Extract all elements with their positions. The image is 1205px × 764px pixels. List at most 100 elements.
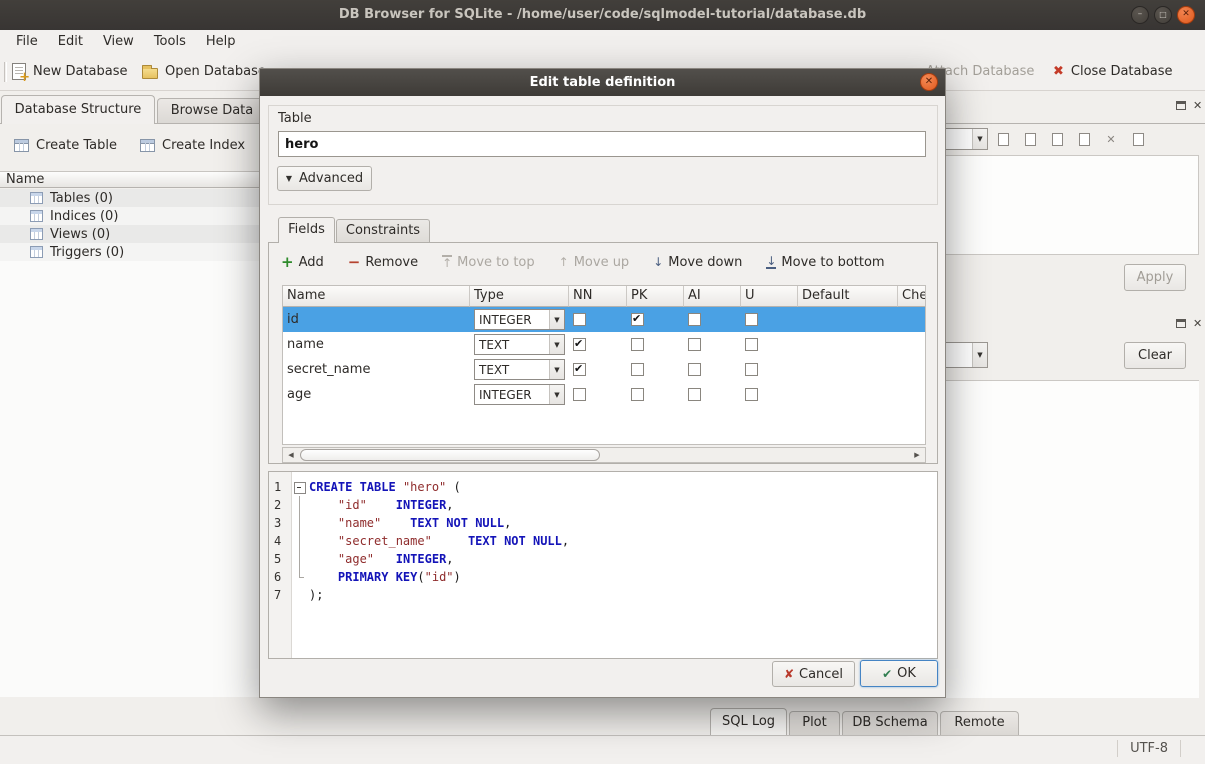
tab-database-structure[interactable]: Database Structure [1,95,155,124]
minimize-icon[interactable] [1131,6,1149,24]
type-select[interactable]: INTEGER ▼ [474,384,565,405]
dialog-close-icon[interactable]: ✕ [920,73,938,91]
grid-header-type[interactable]: Type [470,286,569,307]
toolbar-icon[interactable] [993,129,1013,149]
u-checkbox[interactable] [745,338,758,351]
u-checkbox[interactable] [745,363,758,376]
field-row[interactable]: name TEXT ▼ [283,332,925,357]
check-cell[interactable] [898,332,925,357]
create-index-button[interactable]: Create Index [140,131,245,159]
add-field-button[interactable]: + Add [281,255,324,270]
default-cell[interactable] [798,307,898,332]
check-cell[interactable] [898,357,925,382]
toolbar-icon[interactable]: ✕ [1101,129,1121,149]
fold-marker [291,478,309,496]
ai-checkbox[interactable] [688,338,701,351]
tab-sql-log[interactable]: SQL Log [710,708,787,735]
menu-item-edit[interactable]: Edit [48,32,93,51]
u-checkbox[interactable] [745,313,758,326]
grid-header-ai[interactable]: AI [684,286,741,307]
chevron-down-icon: ▼ [972,129,987,149]
pk-checkbox[interactable] [631,313,644,326]
ok-button[interactable]: ✔ OK [860,660,938,687]
line-number: 7 [269,586,291,604]
grid-header-pk[interactable]: PK [627,286,684,307]
grid-header-u[interactable]: U [741,286,798,307]
advanced-button[interactable]: ▼ Advanced [277,166,372,191]
dock-float-icon[interactable] [1176,101,1186,110]
field-name-cell[interactable]: id [283,307,470,332]
tab-fields[interactable]: Fields [278,217,335,243]
tab-db-schema[interactable]: DB Schema [842,711,938,735]
dock-close-icon[interactable]: ✕ [1193,100,1202,111]
create-table-button[interactable]: Create Table [14,131,117,159]
check-cell[interactable] [898,307,925,332]
field-name-cell[interactable]: name [283,332,470,357]
scroll-thumb[interactable] [300,449,600,461]
line-number: 6 [269,568,291,586]
sql-line: 6 PRIMARY KEY("id") [269,568,937,586]
check-cell[interactable] [898,382,925,407]
toolbar-icon[interactable] [1020,129,1040,149]
grid-header-default[interactable]: Default [798,286,898,307]
tab-plot[interactable]: Plot [789,711,840,735]
scroll-right-icon[interactable]: ▶ [909,448,925,462]
type-select[interactable]: INTEGER ▼ [474,309,565,330]
fields-grid: Name Type NN PK AI U Default Check id IN… [282,285,926,445]
open-database-button[interactable]: Open Database [142,53,266,90]
ai-checkbox[interactable] [688,363,701,376]
edit-table-dialog: Edit table definition ✕ Table ▼ Advanced… [259,68,946,698]
type-select[interactable]: TEXT ▼ [474,359,565,380]
menu-item-help[interactable]: Help [196,32,246,51]
toolbar-icon[interactable] [1047,129,1067,149]
tab-constraints[interactable]: Constraints [336,219,430,243]
chevron-down-icon: ▼ [972,343,987,367]
new-database-button[interactable]: New Database [12,53,128,90]
field-name-cell[interactable]: secret_name [283,357,470,382]
default-cell[interactable] [798,332,898,357]
nn-checkbox[interactable] [573,363,586,376]
grid-header-nn[interactable]: NN [569,286,627,307]
close-database-button[interactable]: ✖ Close Database [1053,53,1172,90]
menu-item-view[interactable]: View [93,32,144,51]
cancel-button[interactable]: ✘ Cancel [772,661,855,687]
default-cell[interactable] [798,382,898,407]
window-close-icon[interactable] [1177,6,1195,24]
tab-browse-data[interactable]: Browse Data [157,98,267,124]
pk-checkbox[interactable] [631,388,644,401]
toolbar-icon[interactable] [1128,129,1148,149]
clear-button[interactable]: Clear [1124,342,1186,369]
dock-float-icon[interactable] [1176,319,1186,328]
menu-item-tools[interactable]: Tools [144,32,196,51]
ai-checkbox[interactable] [688,313,701,326]
grid-header-name[interactable]: Name [283,286,470,307]
type-select[interactable]: TEXT ▼ [474,334,565,355]
u-checkbox[interactable] [745,388,758,401]
arrow-up-icon: ↑ [559,256,569,268]
pk-checkbox[interactable] [631,338,644,351]
menubar: File Edit View Tools Help [0,30,1205,53]
field-row[interactable]: secret_name TEXT ▼ [283,357,925,382]
move-down-button[interactable]: ↓ Move down [653,255,742,270]
field-row[interactable]: age INTEGER ▼ [283,382,925,407]
move-to-bottom-button[interactable]: ↓ Move to bottom [766,255,884,270]
nn-checkbox[interactable] [573,338,586,351]
remove-field-button[interactable]: − Remove [348,255,418,270]
maximize-icon[interactable] [1154,6,1172,24]
dock-close-icon[interactable]: ✕ [1193,318,1202,329]
scroll-left-icon[interactable]: ◀ [283,448,299,462]
pk-checkbox[interactable] [631,363,644,376]
cell-editor-area[interactable] [946,155,1199,255]
tab-remote[interactable]: Remote [940,711,1019,735]
ai-checkbox[interactable] [688,388,701,401]
nn-checkbox[interactable] [573,313,586,326]
default-cell[interactable] [798,357,898,382]
field-row[interactable]: id INTEGER ▼ [283,307,925,332]
toolbar-icon[interactable] [1074,129,1094,149]
grid-header-check[interactable]: Check [898,286,925,307]
nn-checkbox[interactable] [573,388,586,401]
table-name-input[interactable] [278,131,926,157]
toolbar-handle[interactable] [4,62,7,82]
menu-item-file[interactable]: File [6,32,48,51]
field-name-cell[interactable]: age [283,382,470,407]
